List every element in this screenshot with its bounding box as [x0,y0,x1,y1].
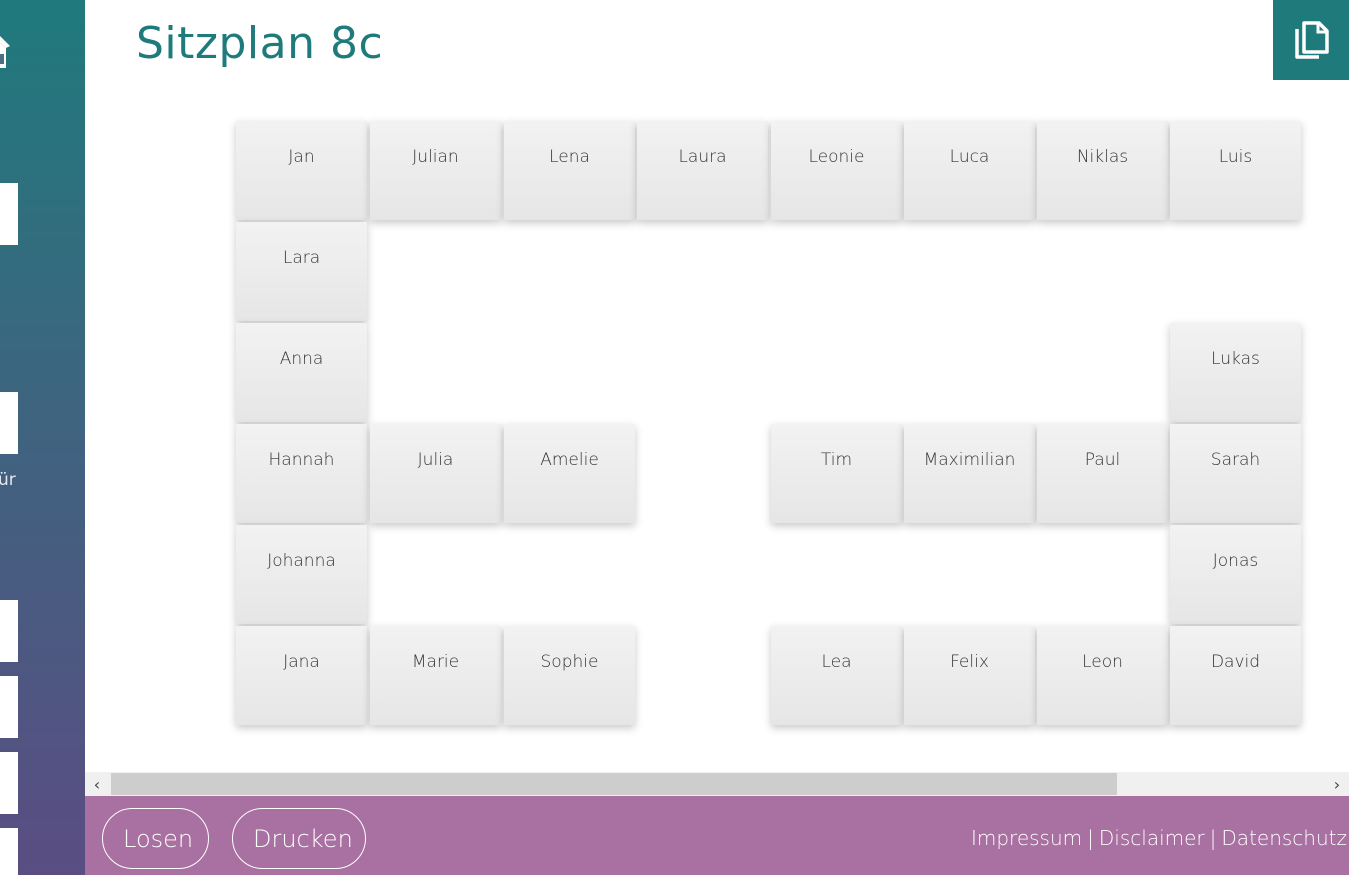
scroll-right-arrow-icon[interactable]: › [1325,772,1349,796]
seat[interactable]: Jonas [1170,525,1301,624]
sidebar-label-partial: ür [0,470,16,490]
sidebar-input-6[interactable] [0,828,18,875]
disclaimer-link[interactable]: Disclaimer [1099,826,1205,850]
seat[interactable]: David [1170,626,1301,725]
sidebar: ür [0,0,85,875]
sidebar-input-1[interactable] [0,183,18,245]
seat[interactable]: Laura [637,121,768,220]
copy-button[interactable] [1273,0,1349,80]
footer: Losen Drucken Impressum | Disclaimer | Daten… [85,796,1349,875]
sidebar-input-2[interactable] [0,392,18,454]
link-separator: | [1209,826,1217,850]
link-separator: | [1087,826,1094,850]
page-title: Sitzplan 8c [136,18,384,69]
seat[interactable]: Johanna [236,525,367,624]
seat[interactable]: Felix [904,626,1035,725]
seat[interactable]: Niklas [1037,121,1168,220]
seat[interactable]: Luis [1170,121,1301,220]
seat[interactable]: Leonie [771,121,902,220]
losen-button[interactable]: Losen [102,808,209,869]
seat[interactable]: Paul [1037,424,1168,523]
seat[interactable]: Marie [370,626,501,725]
sidebar-input-4[interactable] [0,676,18,738]
seat[interactable]: Leon [1037,626,1168,725]
footer-links: Impressum | Disclaimer | Datenschutz [971,826,1347,850]
horizontal-scrollbar[interactable]: ‹ › [85,772,1349,796]
seat[interactable]: Amelie [504,424,635,523]
seat[interactable]: Lena [504,121,635,220]
seat[interactable]: Tim [771,424,902,523]
sidebar-input-5[interactable] [0,752,18,814]
seat[interactable]: Jana [236,626,367,725]
scroll-thumb[interactable] [111,773,1117,795]
seat[interactable]: Jan [236,121,367,220]
seat[interactable]: Sarah [1170,424,1301,523]
seat[interactable]: Sophie [504,626,635,725]
seat[interactable]: Lea [771,626,902,725]
seat[interactable]: Hannah [236,424,367,523]
seat[interactable]: Maximilian [904,424,1035,523]
seat[interactable]: Julia [370,424,501,523]
datenschutz-link[interactable]: Datenschutz [1221,826,1347,850]
seat[interactable]: Julian [370,121,501,220]
seat[interactable]: Anna [236,323,367,422]
sidebar-input-3[interactable] [0,600,18,662]
seating-plan: Jan Julian Lena Laura Leonie Luca Niklas… [0,0,1349,770]
drucken-button[interactable]: Drucken [232,808,366,869]
seat[interactable]: Luca [904,121,1035,220]
copy-icon [1295,21,1329,59]
seat[interactable]: Lara [236,222,367,321]
seat[interactable]: Lukas [1170,323,1301,422]
home-icon[interactable] [0,28,18,70]
impressum-link[interactable]: Impressum [971,826,1082,850]
scroll-left-arrow-icon[interactable]: ‹ [85,772,109,796]
